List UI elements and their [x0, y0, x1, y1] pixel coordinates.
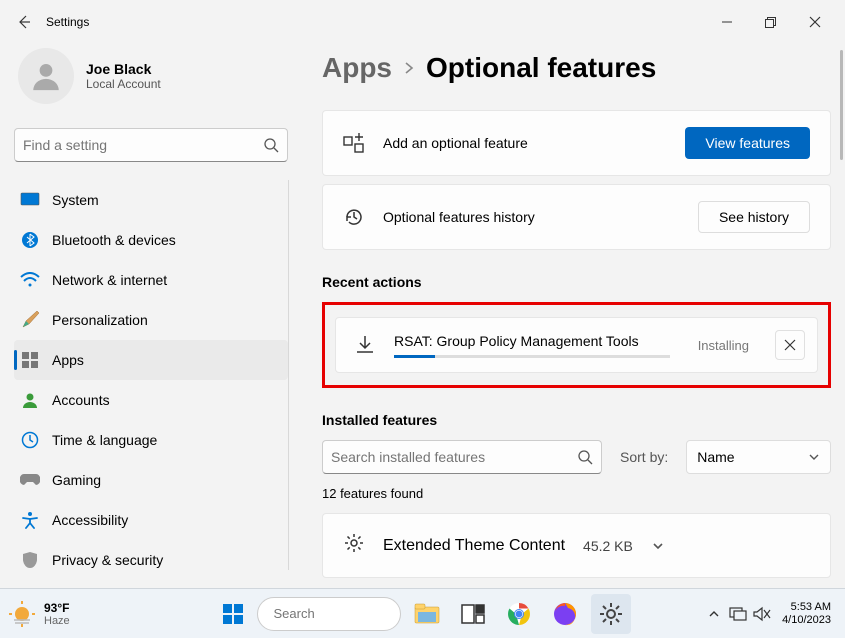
clock-time: 5:53 AM — [782, 601, 831, 614]
taskbar-app-taskview[interactable] — [453, 594, 493, 634]
breadcrumb: Apps Optional features — [322, 52, 831, 84]
breadcrumb-parent[interactable]: Apps — [322, 52, 392, 84]
clock-date: 4/10/2023 — [782, 614, 831, 627]
minimize-button[interactable] — [705, 6, 749, 38]
bluetooth-icon — [20, 230, 40, 250]
user-account-type: Local Account — [86, 77, 161, 91]
weather-widget[interactable]: 93°F Haze — [8, 600, 178, 628]
user-name: Joe Black — [86, 61, 161, 77]
sidebar-item-label: Bluetooth & devices — [52, 232, 176, 248]
shield-icon — [20, 550, 40, 570]
sidebar-item-label: Privacy & security — [52, 552, 163, 568]
sidebar-item-label: Accounts — [52, 392, 110, 408]
accessibility-icon — [20, 510, 40, 530]
add-feature-card: Add an optional feature View features — [322, 110, 831, 176]
taskbar-search[interactable] — [257, 597, 401, 631]
sort-value: Name — [697, 449, 734, 465]
sidebar-item-bluetooth[interactable]: Bluetooth & devices — [14, 220, 288, 260]
sort-by-label: Sort by: — [620, 449, 668, 465]
sidebar-item-time[interactable]: Time & language — [14, 420, 288, 460]
view-features-button[interactable]: View features — [685, 127, 810, 159]
search-icon — [263, 137, 279, 153]
taskbar-app-explorer[interactable] — [407, 594, 447, 634]
breadcrumb-current: Optional features — [426, 52, 656, 84]
feature-label: Extended Theme Content — [383, 537, 565, 555]
recent-action-status: Installing — [698, 338, 749, 353]
sidebar-item-gaming[interactable]: Gaming — [14, 460, 288, 500]
taskbar-app-settings[interactable] — [591, 594, 631, 634]
installed-search[interactable] — [322, 440, 602, 474]
system-icon — [20, 190, 40, 210]
sidebar-item-accessibility[interactable]: Accessibility — [14, 500, 288, 540]
chevron-right-icon — [402, 61, 416, 75]
tray-volume-icon[interactable] — [752, 604, 772, 624]
add-feature-icon — [343, 132, 365, 154]
feature-size: 45.2 KB — [583, 538, 633, 554]
wifi-icon — [20, 270, 40, 290]
recent-action-row: RSAT: Group Policy Management Tools Inst… — [335, 317, 818, 373]
sidebar-item-label: System — [52, 192, 99, 208]
sidebar-item-accounts[interactable]: Accounts — [14, 380, 288, 420]
apps-icon — [20, 350, 40, 370]
gear-icon — [343, 532, 365, 559]
gamepad-icon — [20, 470, 40, 490]
see-history-button[interactable]: See history — [698, 201, 810, 233]
sidebar-item-label: Time & language — [52, 432, 157, 448]
recent-action-title: RSAT: Group Policy Management Tools — [394, 333, 670, 349]
sidebar-item-label: Accessibility — [52, 512, 128, 528]
back-button[interactable] — [8, 6, 40, 38]
settings-search-input[interactable] — [23, 137, 263, 153]
history-icon — [343, 206, 365, 228]
history-label: Optional features history — [383, 209, 680, 225]
avatar — [18, 48, 74, 104]
sort-select[interactable]: Name — [686, 440, 831, 474]
settings-search[interactable] — [14, 128, 288, 162]
window-title: Settings — [46, 15, 89, 29]
content-scrollbar[interactable] — [835, 50, 845, 586]
sidebar-item-personalization[interactable]: Personalization — [14, 300, 288, 340]
cancel-action-button[interactable] — [775, 330, 805, 360]
sidebar-item-privacy[interactable]: Privacy & security — [14, 540, 288, 570]
user-profile[interactable]: Joe Black Local Account — [14, 44, 288, 120]
sidebar-item-label: Apps — [52, 352, 84, 368]
taskbar-clock[interactable]: 5:53 AM 4/10/2023 — [776, 601, 837, 627]
paintbrush-icon — [20, 310, 40, 330]
tray-chevron-icon[interactable] — [704, 604, 724, 624]
history-card: Optional features history See history — [322, 184, 831, 250]
taskbar-app-chrome[interactable] — [499, 594, 539, 634]
add-feature-label: Add an optional feature — [383, 135, 667, 151]
installed-features-heading: Installed features — [322, 412, 831, 428]
clock-icon — [20, 430, 40, 450]
person-icon — [20, 390, 40, 410]
sidebar-item-network[interactable]: Network & internet — [14, 260, 288, 300]
sidebar-item-apps[interactable]: Apps — [14, 340, 288, 380]
sidebar-item-label: Personalization — [52, 312, 148, 328]
installed-feature-row[interactable]: Extended Theme Content 45.2 KB — [322, 513, 831, 578]
download-icon — [354, 334, 376, 356]
installed-search-input[interactable] — [331, 449, 577, 465]
progress-bar — [394, 355, 670, 358]
chevron-down-icon[interactable] — [651, 539, 665, 553]
weather-temp: 93°F — [44, 601, 70, 615]
chevron-down-icon — [808, 451, 820, 463]
close-button[interactable] — [793, 6, 837, 38]
features-count: 12 features found — [322, 486, 831, 501]
weather-icon — [8, 600, 36, 628]
taskbar: 93°F Haze 5:53 AM 4/10/2023 — [0, 588, 845, 638]
search-icon — [577, 449, 593, 465]
recent-actions-heading: Recent actions — [322, 274, 831, 290]
weather-condition: Haze — [44, 615, 70, 627]
highlight-annotation: RSAT: Group Policy Management Tools Inst… — [322, 302, 831, 388]
tray-network-icon[interactable] — [728, 604, 748, 624]
sidebar-item-system[interactable]: System — [14, 180, 288, 220]
sidebar-item-label: Network & internet — [52, 272, 167, 288]
taskbar-app-firefox[interactable] — [545, 594, 585, 634]
sidebar-item-label: Gaming — [52, 472, 101, 488]
start-button[interactable] — [215, 596, 251, 632]
maximize-button[interactable] — [749, 6, 793, 38]
